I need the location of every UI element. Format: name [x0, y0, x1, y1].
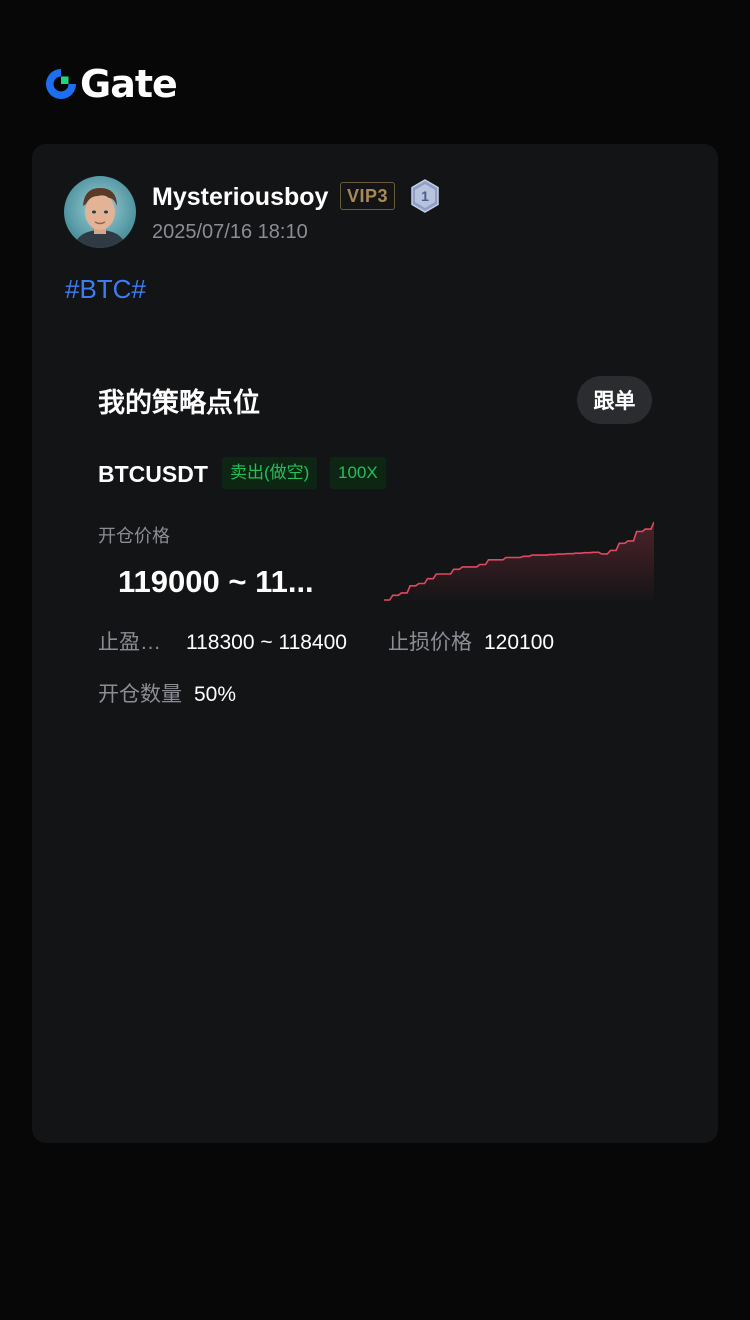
gate-logo-icon — [46, 69, 76, 99]
take-profit-value: 118300 ~ 118400 — [186, 631, 347, 654]
position-size-label: 开仓数量 — [98, 683, 182, 706]
gate-logo: Gate — [44, 62, 178, 106]
post-card: Mysteriousboy VIP3 1 2025/07/16 18:10 #B… — [32, 144, 718, 1143]
level-number: 1 — [421, 188, 429, 204]
take-profit-label: 止盈… — [98, 631, 161, 654]
entry-price-label: 开仓价格 — [98, 526, 170, 546]
sparkline-area — [384, 522, 654, 604]
follow-order-button[interactable]: 跟单 — [577, 376, 652, 424]
leverage-tag: 100X — [330, 457, 386, 489]
brand-name: Gate — [80, 62, 178, 106]
avatar-image — [64, 176, 136, 248]
trading-symbol: BTCUSDT — [98, 461, 208, 487]
side-tag: 卖出(做空) — [222, 457, 318, 489]
username[interactable]: Mysteriousboy — [152, 182, 328, 212]
strategy-title: 我的策略点位 — [98, 388, 260, 418]
entry-price-value: 119000 ~ 11... — [118, 564, 314, 599]
avatar[interactable] — [64, 176, 136, 248]
vip-badge: VIP3 — [340, 182, 396, 210]
price-sparkline — [384, 521, 654, 604]
stop-loss-value: 120100 — [484, 631, 555, 654]
post-timestamp: 2025/07/16 18:10 — [152, 221, 308, 243]
position-size-value: 50% — [194, 683, 237, 706]
level-badge-icon: 1 — [411, 179, 439, 213]
stop-loss-label: 止损价格 — [388, 631, 472, 654]
hashtag-link[interactable]: #BTC# — [65, 274, 146, 304]
